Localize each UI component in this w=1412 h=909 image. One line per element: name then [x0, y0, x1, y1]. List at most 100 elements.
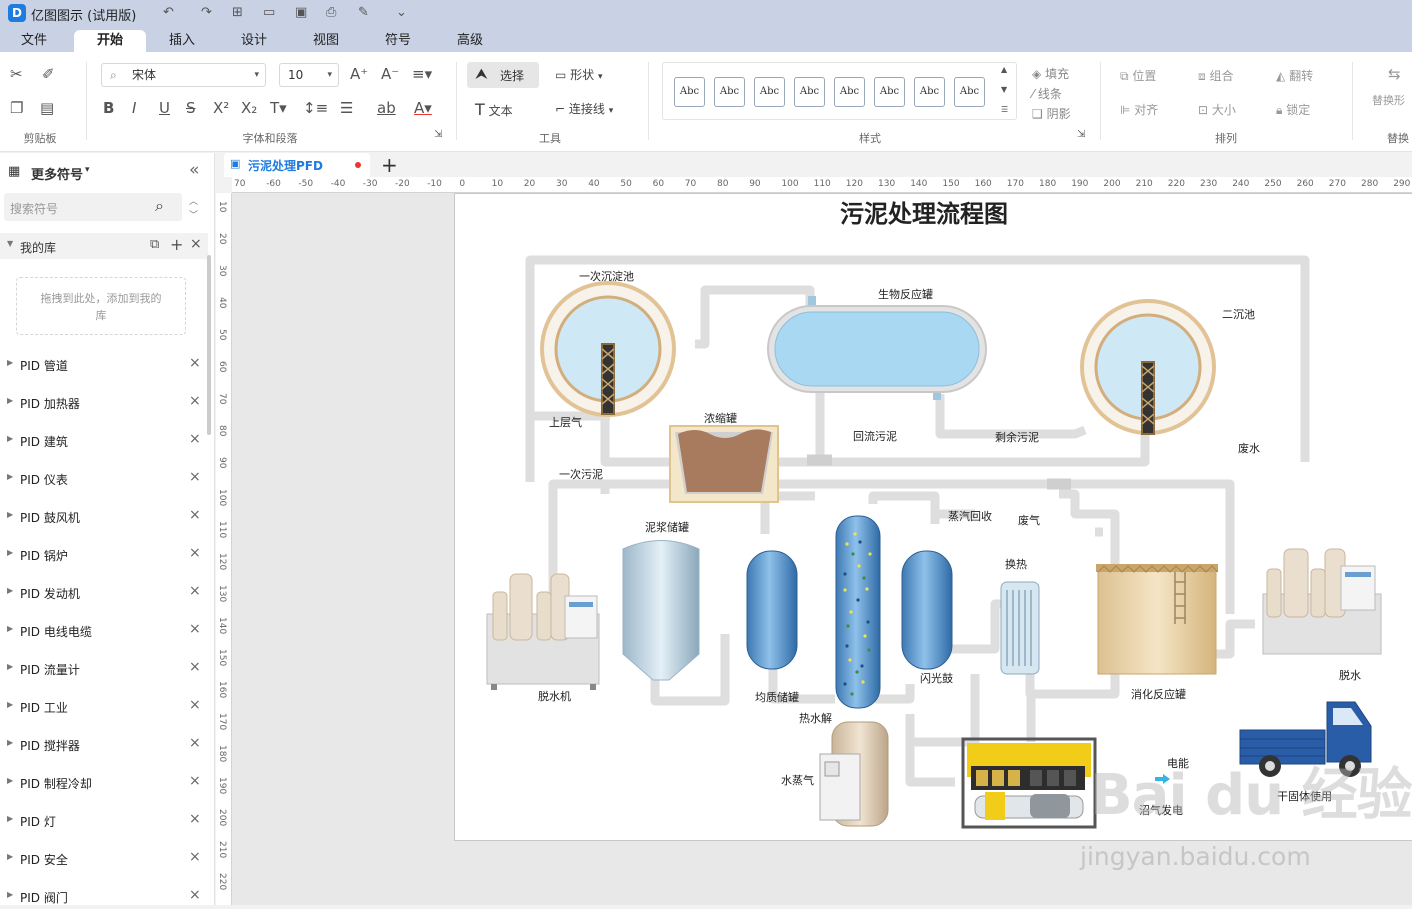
library-item[interactable]: ▶ PID 管道 × [0, 353, 210, 377]
close-icon[interactable]: × [189, 735, 201, 751]
select-tool-button[interactable]: ⮝ 选择 [467, 62, 539, 88]
library-item[interactable]: ▶ PID 锅炉 × [0, 543, 210, 567]
diagram-title[interactable]: 污泥处理流程图 [840, 194, 1008, 229]
redo-icon[interactable]: ↷ [201, 5, 212, 20]
label-primary-sludge[interactable]: 一次污泥 [559, 466, 603, 482]
tab-design[interactable]: 设计 [228, 30, 280, 52]
close-icon[interactable]: × [189, 393, 201, 409]
underline-icon[interactable]: U [159, 99, 170, 117]
label-primary-settling[interactable]: 一次沉淀池 [579, 268, 634, 284]
close-icon[interactable]: × [189, 773, 201, 789]
style-thumb[interactable]: Abc [954, 77, 985, 107]
size-button[interactable]: ⊡ 大小 [1198, 101, 1236, 118]
lock-button[interactable]: 🔒︎ 锁定 [1276, 101, 1310, 118]
line-spacing-icon[interactable]: ↕≡ [303, 99, 328, 117]
shadow-button[interactable]: ❑ 阴影 [1032, 105, 1071, 122]
label-thickener[interactable]: 浓缩罐 [704, 410, 737, 426]
align-button[interactable]: ⊫ 对齐 [1120, 101, 1158, 118]
library-item[interactable]: ▶ PID 发动机 × [0, 581, 210, 605]
connector-tool-button[interactable]: ⌐ 连接线 ▾ [555, 100, 613, 117]
new-file-icon[interactable]: ⊞ [232, 5, 243, 20]
my-library-header[interactable]: ▼ 我的库 ⧉ + × [0, 233, 208, 259]
close-icon[interactable]: × [189, 355, 201, 371]
undo-icon[interactable]: ↶ [163, 5, 174, 20]
close-icon[interactable]: × [189, 697, 201, 713]
close-icon[interactable]: × [190, 236, 202, 252]
strikethrough-icon[interactable]: S [186, 99, 196, 117]
close-icon[interactable]: × [189, 507, 201, 523]
add-icon[interactable]: + [170, 235, 183, 254]
library-item[interactable]: ▶ PID 鼓风机 × [0, 505, 210, 529]
fill-button[interactable]: ◈ 填充 [1032, 65, 1069, 82]
tab-view[interactable]: 视图 [300, 30, 352, 52]
diagram-page[interactable]: 污泥处理流程图 一次沉淀池 生物反应罐 二沉池 上层气 浓缩罐 回流污泥 剩余污… [454, 193, 1412, 841]
font-name-select[interactable]: ⌕ 宋体 ▾ [101, 63, 266, 87]
label-dewater[interactable]: 脱水 [1339, 667, 1361, 683]
text-case-icon[interactable]: T▾ [270, 99, 287, 117]
library-item[interactable]: ▶ PID 电线电缆 × [0, 619, 210, 643]
label-waste-water[interactable]: 废水 [1238, 440, 1260, 456]
label-homogenize-tank[interactable]: 均质储罐 [755, 689, 799, 705]
label-thermal-hydrolysis[interactable]: 热水解 [799, 710, 832, 726]
label-dewatering-machine[interactable]: 脱水机 [538, 688, 571, 704]
label-steam-recovery[interactable]: 蒸汽回收 [948, 508, 992, 524]
subscript-icon[interactable]: X₂ [241, 99, 257, 117]
style-thumb[interactable]: Abc [794, 77, 825, 107]
cut-icon[interactable]: ✂ [10, 65, 23, 83]
library-item[interactable]: ▶ PID 流量计 × [0, 657, 210, 681]
library-item[interactable]: ▶ PID 加热器 × [0, 391, 210, 415]
close-icon[interactable]: × [189, 545, 201, 561]
style-thumb[interactable]: Abc [874, 77, 905, 107]
collapse-sidebar-icon[interactable]: « [189, 160, 199, 180]
label-return-sludge[interactable]: 回流污泥 [853, 428, 897, 444]
document-tab[interactable]: ▣ 污泥处理PFD [224, 153, 370, 177]
print-icon[interactable]: ⎙ [326, 5, 336, 20]
label-digester[interactable]: 消化反应罐 [1131, 686, 1186, 702]
gallery-scroll-up-icon[interactable]: ▲ [1001, 65, 1007, 74]
superscript-icon[interactable]: X² [213, 99, 229, 117]
label-excess-sludge[interactable]: 剩余污泥 [995, 429, 1039, 445]
scroll-up-icon[interactable]: ︿ [189, 194, 198, 207]
expand-icon[interactable]: ⇲ [1077, 129, 1085, 140]
close-icon[interactable]: × [189, 887, 201, 903]
library-item[interactable]: ▶ PID 工业 × [0, 695, 210, 719]
copy-icon[interactable]: ❐ [10, 99, 23, 117]
import-icon[interactable]: ⧉ [150, 237, 159, 252]
library-item[interactable]: ▶ PID 灯 × [0, 809, 210, 833]
paste-icon[interactable]: ▤ [40, 99, 54, 117]
library-item[interactable]: ▶ PID 仪表 × [0, 467, 210, 491]
library-item[interactable]: ▶ PID 制程冷却 × [0, 771, 210, 795]
style-thumb[interactable]: Abc [914, 77, 945, 107]
library-item[interactable]: ▶ PID 建筑 × [0, 429, 210, 453]
format-painter-icon[interactable]: ✐ [42, 65, 55, 83]
group-button[interactable]: ⧈ 组合 [1198, 67, 1233, 84]
expand-icon[interactable]: ⇲ [434, 129, 442, 140]
add-tab-button[interactable]: + [381, 153, 398, 177]
align-icon[interactable]: ≡▾ [412, 65, 432, 83]
replace-shape-button[interactable]: 替换形 [1372, 92, 1405, 108]
font-grow-icon[interactable]: A⁺ [350, 65, 368, 83]
style-thumb[interactable]: Abc [834, 77, 865, 107]
export-icon[interactable]: ✎ [358, 5, 369, 20]
gallery-more-icon[interactable]: ☰ [1001, 105, 1008, 114]
label-secondary-settling[interactable]: 二沉池 [1222, 306, 1255, 322]
position-button[interactable]: ⧉ 位置 [1120, 67, 1156, 84]
gallery-scroll-down-icon[interactable]: ▼ [1001, 85, 1007, 94]
close-icon[interactable]: × [189, 583, 201, 599]
style-thumb[interactable]: Abc [754, 77, 785, 107]
italic-icon[interactable]: I [132, 99, 136, 117]
more-symbols-button[interactable]: 更多符号 [31, 164, 83, 183]
label-upper-gas[interactable]: 上层气 [549, 414, 582, 430]
label-steam[interactable]: 水蒸气 [781, 772, 814, 788]
tab-file[interactable]: 文件 [8, 30, 60, 52]
search-icon[interactable]: ⌕ [155, 196, 164, 216]
tab-insert[interactable]: 插入 [156, 30, 208, 52]
font-shrink-icon[interactable]: A⁻ [381, 65, 399, 83]
tab-advanced[interactable]: 高级 [444, 30, 496, 52]
close-icon[interactable]: × [189, 621, 201, 637]
library-drop-zone[interactable]: 拖拽到此处，添加到我的库 [16, 277, 186, 335]
tab-home[interactable]: 开始 [74, 30, 146, 52]
close-icon[interactable]: × [189, 469, 201, 485]
library-item[interactable]: ▶ PID 安全 × [0, 847, 210, 871]
style-thumb[interactable]: Abc [714, 77, 745, 107]
